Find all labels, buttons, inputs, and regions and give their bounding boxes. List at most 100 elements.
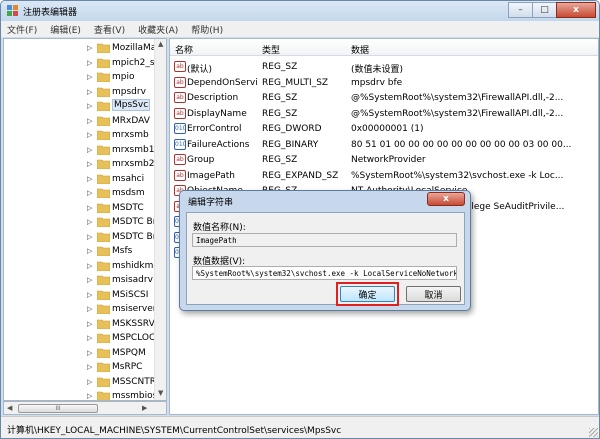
expand-arrow-icon[interactable]: ▷ (87, 392, 92, 400)
tree-item-label: MozillaMaint (112, 43, 154, 53)
expand-arrow-icon[interactable]: ▷ (87, 189, 92, 197)
resize-grip-icon[interactable] (589, 428, 598, 437)
tree-item[interactable]: ▷ mrxsmb10 (4, 143, 154, 158)
dialog-body: 数值名称(N): ImagePath 数值数据(V): %SystemRoot%… (186, 212, 465, 306)
value-row[interactable]: ab ImagePath REG_EXPAND_SZ %SystemRoot%\sys… (170, 168, 598, 184)
expand-arrow-icon[interactable]: ▷ (87, 378, 92, 386)
value-name: Description (187, 93, 239, 103)
tree-item-label: msiserver (112, 304, 154, 314)
tree-item[interactable]: ▷ MSDTC (4, 201, 154, 216)
column-name-header[interactable]: 名称 (175, 43, 193, 56)
tree-item[interactable]: ▷ MSDTC Bridge (4, 230, 154, 245)
value-data: mpsdrv bfe (351, 77, 403, 88)
tree-item[interactable]: ▷ MSDTC Bridge (4, 215, 154, 230)
menu-view[interactable]: 查看(V) (94, 23, 125, 36)
tree-item[interactable]: ▷ MSPCLOCK (4, 331, 154, 346)
tree-item[interactable]: ▷ MpsSvc (4, 99, 154, 114)
value-row[interactable]: ab Description REG_SZ @%SystemRoot%\system3… (170, 90, 598, 106)
scroll-right-icon[interactable]: ▶ (142, 404, 147, 412)
expand-arrow-icon[interactable]: ▷ (87, 262, 92, 270)
menu-favorites[interactable]: 收藏夹(A) (138, 23, 178, 36)
key-tree-pane[interactable]: ▲ ▼ ▷ MozillaMaint ▷ mpich2_smpd ▷ mpio ▷ mpsdr… (3, 38, 167, 401)
close-button[interactable]: x (556, 2, 596, 18)
registry-editor-window: 注册表编辑器 – □ x 文件(F) 编辑(E) 查看(V) 收藏夹(A) 帮助… (0, 0, 600, 439)
expand-arrow-icon[interactable]: ▷ (87, 320, 92, 328)
tree-item-label: MsRPC (112, 362, 143, 372)
expand-arrow-icon[interactable]: ▷ (87, 146, 92, 154)
tree-item[interactable]: ▷ mpio (4, 70, 154, 85)
tree-item-label: mrxsmb10 (112, 144, 154, 155)
tree-item[interactable]: ▷ MozillaMaint (4, 41, 154, 56)
expand-arrow-icon[interactable]: ▷ (87, 349, 92, 357)
tree-item[interactable]: ▷ mpsdrv (4, 85, 154, 100)
expand-arrow-icon[interactable]: ▷ (87, 334, 92, 342)
tree-item[interactable]: ▷ Msfs (4, 244, 154, 259)
dialog-close-button[interactable]: x (427, 192, 465, 206)
expand-arrow-icon[interactable]: ▷ (87, 204, 92, 212)
expand-arrow-icon[interactable]: ▷ (87, 175, 92, 183)
tree-item[interactable]: ▷ msiserver (4, 302, 154, 317)
column-data-header[interactable]: 数据 (351, 43, 369, 56)
tree-item-label: MSKSSRV (112, 318, 154, 329)
tree-item[interactable]: ▷ msisadrv (4, 273, 154, 288)
tree-item[interactable]: ▷ mshidkmdf (4, 259, 154, 274)
tree-item[interactable]: ▷ MRxDAV (4, 114, 154, 129)
expand-arrow-icon[interactable]: ▷ (87, 233, 92, 241)
folder-icon (97, 304, 110, 314)
expand-arrow-icon[interactable]: ▷ (87, 276, 92, 284)
tree-item-label: mrxsmb20 (112, 159, 154, 169)
scroll-left-icon[interactable]: ◀ (7, 404, 12, 412)
expand-arrow-icon[interactable]: ▷ (87, 363, 92, 371)
value-row[interactable]: ab Group REG_SZ NetworkProvider (170, 152, 598, 168)
expand-arrow-icon[interactable]: ▷ (87, 131, 92, 139)
value-data: @%SystemRoot%\system32\FirewallAPI.dll,-… (351, 108, 564, 119)
tree-item[interactable]: ▷ msahci (4, 172, 154, 187)
string-value-icon: ab (174, 61, 186, 72)
value-row[interactable]: ab (默认) REG_SZ (数值未设置) (170, 59, 598, 75)
value-row[interactable]: abDependOnService REG_MULTI_SZ mpsdrv bfe (170, 75, 598, 91)
tree-item[interactable]: ▷ MSSCNTRS (4, 375, 154, 390)
expand-arrow-icon[interactable]: ▷ (87, 160, 92, 168)
expand-arrow-icon[interactable]: ▷ (87, 218, 92, 226)
tree-item[interactable]: ▷ mrxsmb20 (4, 157, 154, 172)
expand-arrow-icon[interactable]: ▷ (87, 88, 92, 96)
value-row[interactable]: ab DisplayName REG_SZ @%SystemRoot%\system3… (170, 106, 598, 122)
folder-icon (97, 348, 110, 358)
title-bar: 注册表编辑器 – □ x (1, 1, 599, 21)
expand-arrow-icon[interactable]: ▷ (87, 73, 92, 81)
tree-item[interactable]: ▷ mpich2_smpd (4, 56, 154, 71)
folder-icon (97, 130, 110, 140)
tree-item-label: msahci (112, 173, 145, 184)
tree-horizontal-scrollbar[interactable]: ◀ III ▶ (3, 401, 167, 415)
value-row[interactable]: 010 FailureActions REG_BINARY 80 51 01 00 0… (170, 137, 598, 153)
scroll-up-icon[interactable]: ▲ (158, 40, 163, 48)
menu-file[interactable]: 文件(F) (7, 23, 37, 36)
expand-arrow-icon[interactable]: ▷ (87, 247, 92, 255)
value-row[interactable]: 010 ErrorControl REG_DWORD 0x00000001 (1) (170, 121, 598, 137)
tree-item[interactable]: ▷ MSKSSRV (4, 317, 154, 332)
scroll-down-icon[interactable]: ▼ (158, 389, 163, 397)
folder-icon (97, 203, 110, 213)
cancel-button[interactable]: 取消 (406, 286, 461, 302)
tree-item[interactable]: ▷ mrxsmb (4, 128, 154, 143)
value-data-input[interactable]: %SystemRoot%\system32\svchost.exe -k Loc… (192, 266, 457, 280)
tree-vertical-scrollbar[interactable]: ▲ ▼ (154, 39, 166, 400)
tree-item[interactable]: ▷ mssmbios (4, 389, 154, 400)
expand-arrow-icon[interactable]: ▷ (87, 117, 92, 125)
expand-arrow-icon[interactable]: ▷ (87, 291, 92, 299)
tree-item[interactable]: ▷ MSiSCSI (4, 288, 154, 303)
maximize-button[interactable]: □ (532, 2, 557, 18)
tree-item[interactable]: ▷ MsRPC (4, 360, 154, 375)
minimize-button[interactable]: – (508, 2, 533, 18)
scroll-thumb[interactable]: III (18, 404, 98, 413)
expand-arrow-icon[interactable]: ▷ (87, 44, 92, 52)
column-type-header[interactable]: 类型 (262, 43, 280, 56)
tree-item-label: mrxsmb (112, 130, 149, 140)
expand-arrow-icon[interactable]: ▷ (87, 305, 92, 313)
expand-arrow-icon[interactable]: ▷ (87, 59, 92, 67)
tree-item[interactable]: ▷ MSPQM (4, 346, 154, 361)
menu-edit[interactable]: 编辑(E) (50, 23, 81, 36)
tree-item[interactable]: ▷ msdsm (4, 186, 154, 201)
menu-help[interactable]: 帮助(H) (191, 23, 223, 36)
expand-arrow-icon[interactable]: ▷ (87, 102, 92, 110)
